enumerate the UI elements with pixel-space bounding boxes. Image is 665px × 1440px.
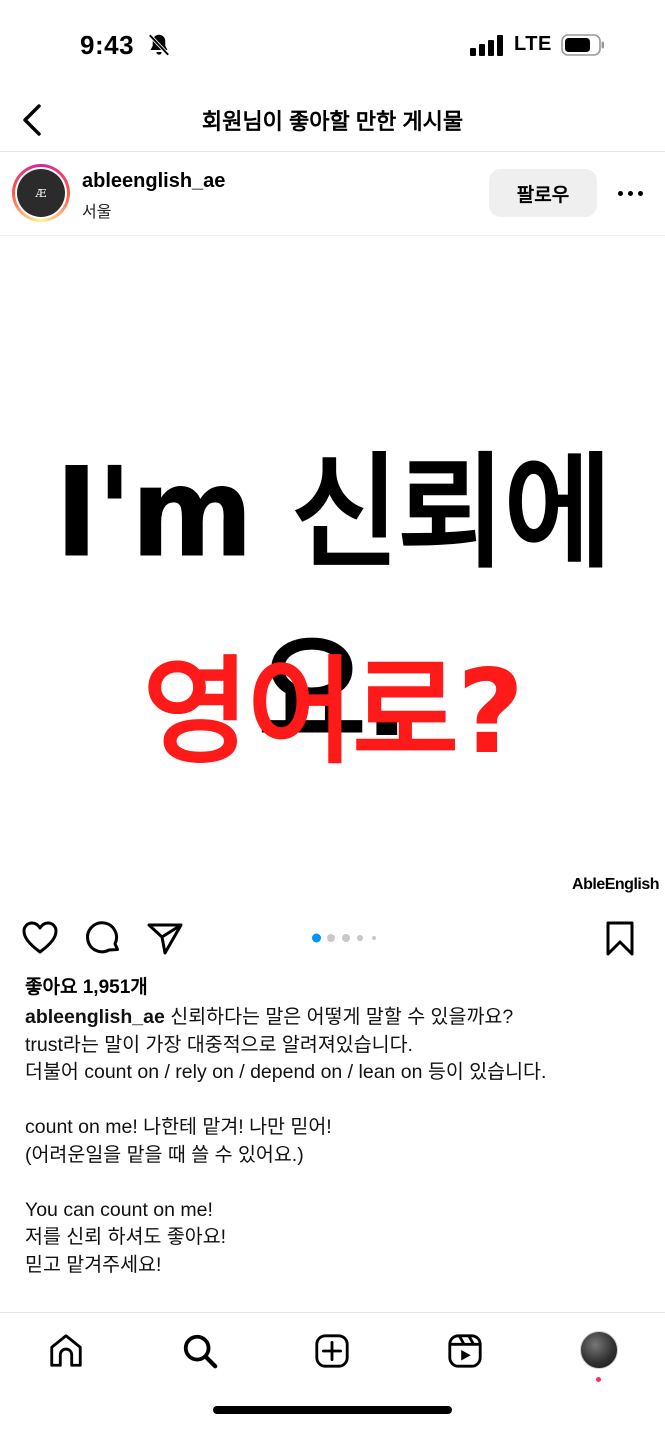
- nav-search[interactable]: [180, 1331, 220, 1371]
- comment-icon[interactable]: [83, 918, 123, 958]
- carousel-dot: [372, 936, 376, 940]
- caption-text: 신뢰하다는 말은 어떻게 말할 수 있을까요?: [170, 1006, 514, 1028]
- status-time: 9:43: [80, 30, 135, 60]
- profile-avatar[interactable]: [580, 1331, 618, 1369]
- caption-line-2: 더불어 count on / rely on / depend on / lea…: [25, 1061, 547, 1083]
- caption-line-6: [25, 1169, 645, 1197]
- bell-slash-icon: [148, 34, 170, 56]
- share-icon[interactable]: [145, 918, 185, 958]
- bookmark-icon[interactable]: [600, 918, 640, 958]
- caption-line-1: trust라는 말이 가장 대중적으로 알려져있습니다.: [25, 1033, 413, 1056]
- caption-line-7: You can count on me!: [25, 1198, 213, 1221]
- carousel-dot: [327, 934, 335, 942]
- carousel-dot: [357, 935, 363, 941]
- more-dot-icon: [627, 190, 633, 196]
- home-icon: [50, 1334, 82, 1367]
- like-count[interactable]: 좋아요 1,951개: [25, 972, 148, 999]
- image-subheadline: 영어로?: [142, 645, 524, 780]
- follow-button[interactable]: 팔로우: [489, 169, 597, 217]
- caption-line-9: 믿고 맡겨주세요!: [25, 1253, 162, 1276]
- more-options-button[interactable]: [612, 178, 648, 208]
- caption-line-5: (어려운일을 맡을 때 쓸 수 있어요.): [25, 1143, 304, 1166]
- story-ring[interactable]: Æ: [12, 164, 70, 222]
- heart-icon[interactable]: [20, 918, 60, 958]
- post-location[interactable]: 서울: [82, 198, 111, 222]
- notification-dot: [596, 1377, 601, 1382]
- post-header: Æ ableenglish_ae 서울 팔로우: [0, 152, 665, 236]
- image-brand: AbleEnglish: [572, 876, 659, 893]
- caption-line-8: 저를 신뢰 하셔도 좋아요!: [25, 1226, 227, 1248]
- bottom-nav: [0, 1312, 665, 1440]
- caption-line-4: count on me! 나한테 맡겨! 나만 믿어!: [25, 1116, 332, 1138]
- carousel-dot: [342, 934, 350, 942]
- more-dot-icon: [617, 190, 623, 196]
- carousel-indicator: [312, 932, 382, 944]
- post-username[interactable]: ableenglish_ae: [82, 170, 225, 193]
- caption-line-0: ableenglish_ae 신뢰하다는 말은 어떻게 말할 수 있을까요?: [25, 1004, 645, 1032]
- signal-icon: [470, 34, 504, 56]
- home-indicator: [213, 1406, 452, 1414]
- post-image[interactable]: I'm 신뢰에요. 영어로? AbleEnglish: [0, 236, 665, 904]
- avatar: Æ: [17, 169, 65, 217]
- caption-username[interactable]: ableenglish_ae: [25, 1006, 165, 1028]
- status-bar: 9:43 LTE: [0, 0, 665, 92]
- top-header: 회원님이 좋아할 만한 게시물: [0, 92, 665, 152]
- create-icon: [315, 1334, 349, 1368]
- nav-home[interactable]: [46, 1331, 86, 1371]
- caption-line-3: [25, 1087, 645, 1115]
- reels-icon: [448, 1334, 482, 1368]
- action-bar: [0, 904, 665, 970]
- carousel-dot: [312, 933, 321, 943]
- network-label: LTE: [514, 33, 552, 55]
- page-title: 회원님이 좋아할 만한 게시물: [201, 109, 464, 134]
- post-caption: ableenglish_ae 신뢰하다는 말은 어떻게 말할 수 있을까요? t…: [25, 1004, 645, 1279]
- nav-create[interactable]: [312, 1331, 352, 1371]
- battery-icon: [561, 34, 604, 56]
- more-dot-icon: [637, 190, 643, 196]
- search-icon: [183, 1334, 218, 1369]
- nav-reels[interactable]: [445, 1331, 485, 1371]
